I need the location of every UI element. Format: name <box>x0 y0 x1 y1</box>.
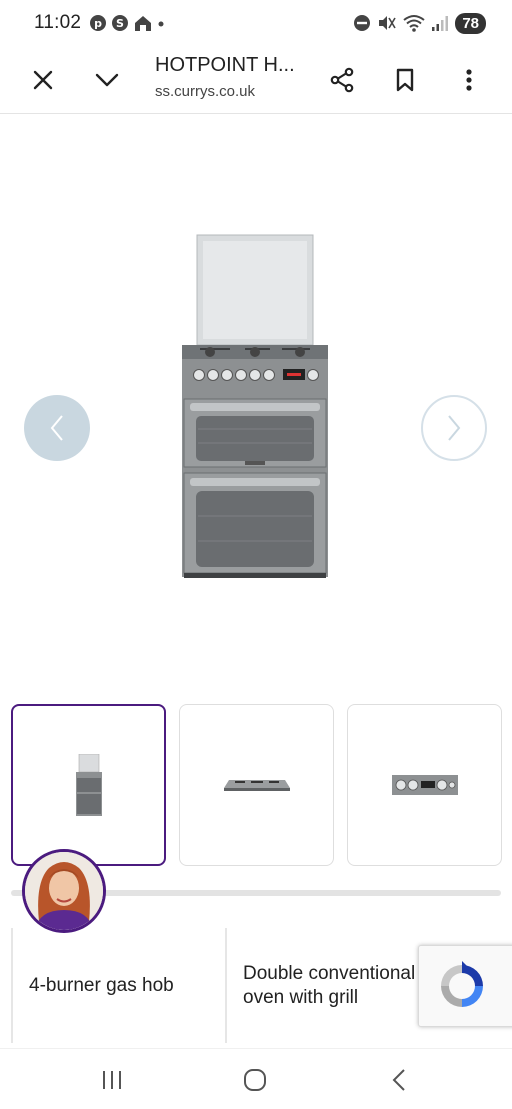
previous-image-button[interactable] <box>24 395 90 461</box>
expand-button[interactable] <box>87 60 127 100</box>
thumbnail-control-panel[interactable] <box>347 704 502 866</box>
hob-thumbnail-image <box>223 780 290 791</box>
home-button[interactable] <box>240 1065 270 1095</box>
thumbnail-gas-hob[interactable] <box>179 704 334 866</box>
page-info[interactable]: HOTPOINT H... ss.currys.co.uk <box>155 54 315 100</box>
cooker-thumbnail-image <box>75 754 102 816</box>
product-gallery <box>0 115 512 700</box>
feature-card: 4-burner gas hob <box>11 928 226 1043</box>
close-button[interactable] <box>23 60 63 100</box>
do-not-disturb-icon <box>354 15 371 31</box>
svg-text:p: p <box>94 17 102 30</box>
thumbnail-cooker-front[interactable] <box>11 704 166 866</box>
recaptcha-icon <box>441 961 483 1007</box>
share-icon <box>330 67 354 92</box>
system-status: 78 <box>353 12 486 34</box>
home-icon <box>135 16 152 31</box>
signal-icon <box>432 16 449 31</box>
system-navigation-bar <box>0 1048 512 1109</box>
browser-app-bar: HOTPOINT H... ss.currys.co.uk <box>0 46 512 114</box>
chevron-right-icon <box>448 415 461 441</box>
close-icon <box>33 70 53 89</box>
recent-apps-button[interactable] <box>97 1065 127 1095</box>
assistant-photo-icon <box>25 852 103 930</box>
recaptcha-badge[interactable] <box>418 945 512 1027</box>
notification-icons: p S <box>89 14 165 32</box>
recent-apps-icon <box>103 1071 121 1089</box>
battery-indicator: 78 <box>455 12 486 34</box>
feature-text: 4-burner gas hob <box>29 974 174 996</box>
chevron-down-icon <box>95 73 119 86</box>
next-image-button[interactable] <box>421 395 487 461</box>
product-image-cooker[interactable] <box>170 233 340 579</box>
dot-icon <box>158 21 164 27</box>
chevron-left-icon <box>50 415 63 441</box>
bookmark-button[interactable] <box>385 60 425 100</box>
mute-icon <box>379 16 396 30</box>
status-bar: 11:02 p S 78 <box>0 0 512 46</box>
home-circle-icon <box>244 1069 266 1091</box>
wifi-icon <box>403 15 425 32</box>
feature-text: Double conventional oven with grill <box>243 962 416 1008</box>
chat-assistant-avatar[interactable] <box>22 849 106 933</box>
feature-card: Double conventional oven with grill <box>225 928 425 1043</box>
s-circle-icon: S <box>112 15 129 31</box>
thumbnail-strip <box>11 704 502 866</box>
page-title: HOTPOINT H... <box>155 54 295 76</box>
share-button[interactable] <box>322 60 362 100</box>
svg-text:S: S <box>116 17 124 30</box>
back-chevron-icon <box>392 1069 405 1091</box>
back-button[interactable] <box>384 1065 414 1095</box>
status-time: 11:02 <box>34 12 82 33</box>
more-options-button[interactable] <box>449 60 489 100</box>
pinterest-icon: p <box>90 15 107 31</box>
page-url: ss.currys.co.uk <box>155 83 256 100</box>
more-vert-icon <box>466 68 472 91</box>
bookmark-icon <box>396 68 414 91</box>
controls-thumbnail-image <box>391 775 458 795</box>
